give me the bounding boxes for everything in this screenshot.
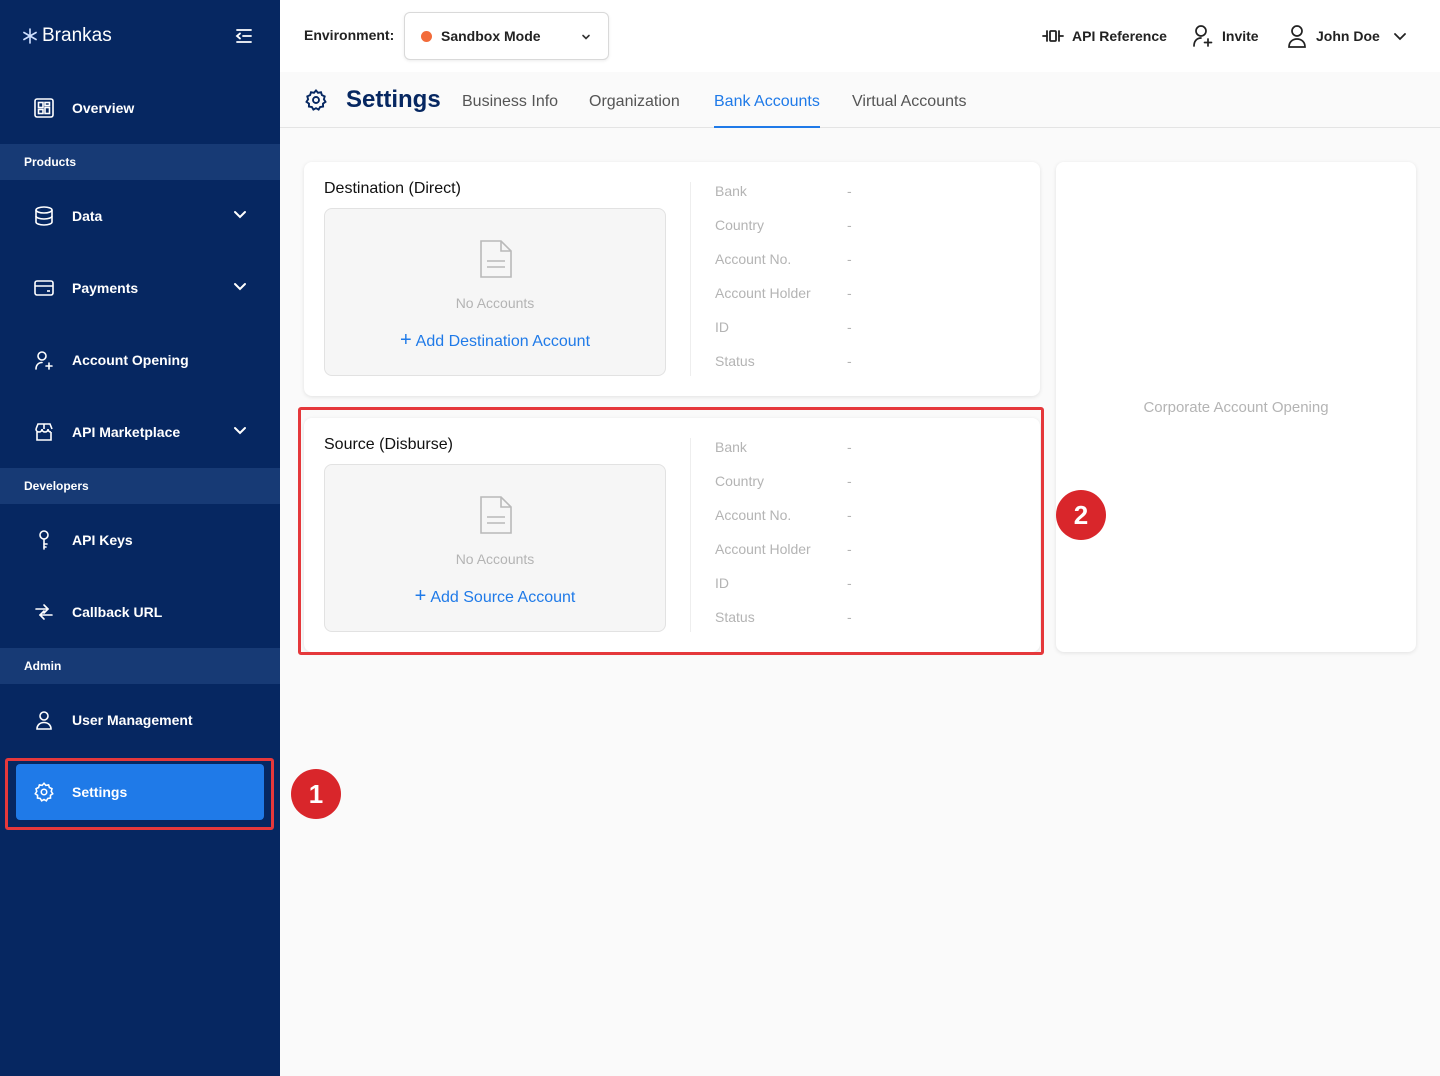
field-value: -: [847, 251, 852, 267]
chevron-down-icon: [1393, 33, 1406, 41]
corporate-account-opening-label: Corporate Account Opening: [1143, 399, 1329, 416]
tab-bank-accounts[interactable]: Bank Accounts: [714, 93, 820, 128]
destination-title: Destination (Direct): [324, 180, 461, 197]
environment-value: Sandbox Mode: [441, 28, 541, 44]
gear-icon: [304, 88, 328, 112]
collapse-menu-icon: [235, 29, 252, 43]
step-badge-2: 2: [1056, 490, 1106, 540]
add-destination-label: Add Destination Account: [415, 333, 591, 350]
field-value: -: [847, 183, 852, 199]
settings-header: Settings Business Info Organization Bank…: [280, 72, 1440, 128]
user-icon: [1286, 24, 1308, 48]
sidebar-item-label: Data: [72, 208, 103, 224]
invite-label: Invite: [1222, 28, 1259, 44]
sidebar-item-label: Overview: [72, 100, 135, 116]
chevron-down-icon: [234, 427, 246, 435]
page-title: Settings: [304, 86, 441, 114]
credit-card-icon: [32, 276, 56, 300]
arrows-exchange-icon: [32, 600, 56, 624]
destination-card: Destination (Direct) No Accounts + Add De…: [304, 162, 1040, 396]
section-header-developers: Developers: [0, 468, 280, 504]
page-title-text: Settings: [346, 86, 441, 113]
field-value: -: [847, 319, 852, 335]
key-icon: [32, 528, 56, 552]
sidebar-item-payments[interactable]: Payments: [16, 260, 264, 316]
section-header-products: Products: [0, 144, 280, 180]
sidebar-item-api-keys[interactable]: API Keys: [16, 512, 264, 568]
empty-state-text: No Accounts: [455, 295, 535, 311]
sidebar-item-data[interactable]: Data: [16, 188, 264, 244]
field-label: Bank: [715, 183, 747, 199]
tab-business-info[interactable]: Business Info: [462, 93, 558, 128]
user-name: John Doe: [1316, 28, 1380, 44]
add-destination-account-button[interactable]: + Add Destination Account: [325, 329, 665, 352]
field-label: Country: [715, 217, 765, 233]
brand-logo[interactable]: Brankas: [22, 24, 112, 48]
invite-link[interactable]: Invite: [1192, 24, 1259, 48]
api-reference-link[interactable]: API Reference: [1042, 24, 1167, 48]
store-icon: [32, 420, 56, 444]
sidebar-item-user-management[interactable]: User Management: [16, 692, 264, 748]
chevron-down-icon: [234, 211, 246, 219]
brand-name: Brankas: [42, 25, 112, 46]
field-label: ID: [715, 319, 729, 335]
sidebar: Brankas Overview Products Data Payments …: [0, 0, 280, 1076]
status-dot: [421, 30, 432, 42]
plus-icon: +: [399, 329, 412, 351]
brankas-logo-icon: [23, 28, 37, 44]
sidebar-item-label: User Management: [72, 712, 193, 728]
highlight-box-source: [298, 407, 1044, 655]
chevron-down-icon: [234, 283, 246, 291]
environment-select[interactable]: Sandbox Mode: [404, 12, 609, 60]
destination-empty-state: No Accounts + Add Destination Account: [324, 208, 666, 376]
section-header-admin: Admin: [0, 648, 280, 684]
field-label: Account No.: [715, 251, 792, 267]
user-add-icon: [1192, 24, 1214, 48]
dashboard-icon: [32, 96, 56, 120]
field-value: -: [847, 217, 852, 233]
field-label: Account Holder: [715, 285, 811, 301]
tab-organization[interactable]: Organization: [589, 93, 680, 128]
divider: [690, 182, 691, 376]
tab-virtual-accounts[interactable]: Virtual Accounts: [852, 93, 966, 128]
sidebar-item-callback-url[interactable]: Callback URL: [16, 584, 264, 640]
database-icon: [32, 204, 56, 228]
sidebar-item-label: API Marketplace: [72, 424, 181, 440]
document-icon: [480, 240, 512, 278]
sidebar-item-account-opening[interactable]: Account Opening: [16, 332, 264, 388]
collapse-sidebar-button[interactable]: [232, 25, 256, 47]
sidebar-item-label: Payments: [72, 280, 139, 296]
api-reference-label: API Reference: [1072, 28, 1167, 44]
user-icon: [32, 708, 56, 732]
highlight-box-settings: [5, 758, 274, 830]
field-value: -: [847, 353, 852, 369]
chevron-down-icon: [582, 34, 590, 40]
field-value: -: [847, 285, 852, 301]
sidebar-item-label: Account Opening: [72, 352, 189, 368]
field-label: Status: [715, 353, 755, 369]
user-menu[interactable]: John Doe: [1286, 24, 1408, 48]
step-badge-1: 1: [291, 769, 341, 819]
sidebar-item-label: Callback URL: [72, 604, 163, 620]
user-add-icon: [32, 348, 56, 372]
corporate-account-opening-card[interactable]: Corporate Account Opening: [1056, 162, 1416, 652]
top-bar: Environment: Sandbox Mode API Reference …: [280, 0, 1440, 72]
environment-label: Environment:: [304, 27, 395, 43]
sidebar-item-overview[interactable]: Overview: [16, 80, 264, 136]
api-icon: [1042, 28, 1064, 44]
sidebar-item-label: API Keys: [72, 532, 133, 548]
sidebar-item-api-marketplace[interactable]: API Marketplace: [16, 404, 264, 460]
